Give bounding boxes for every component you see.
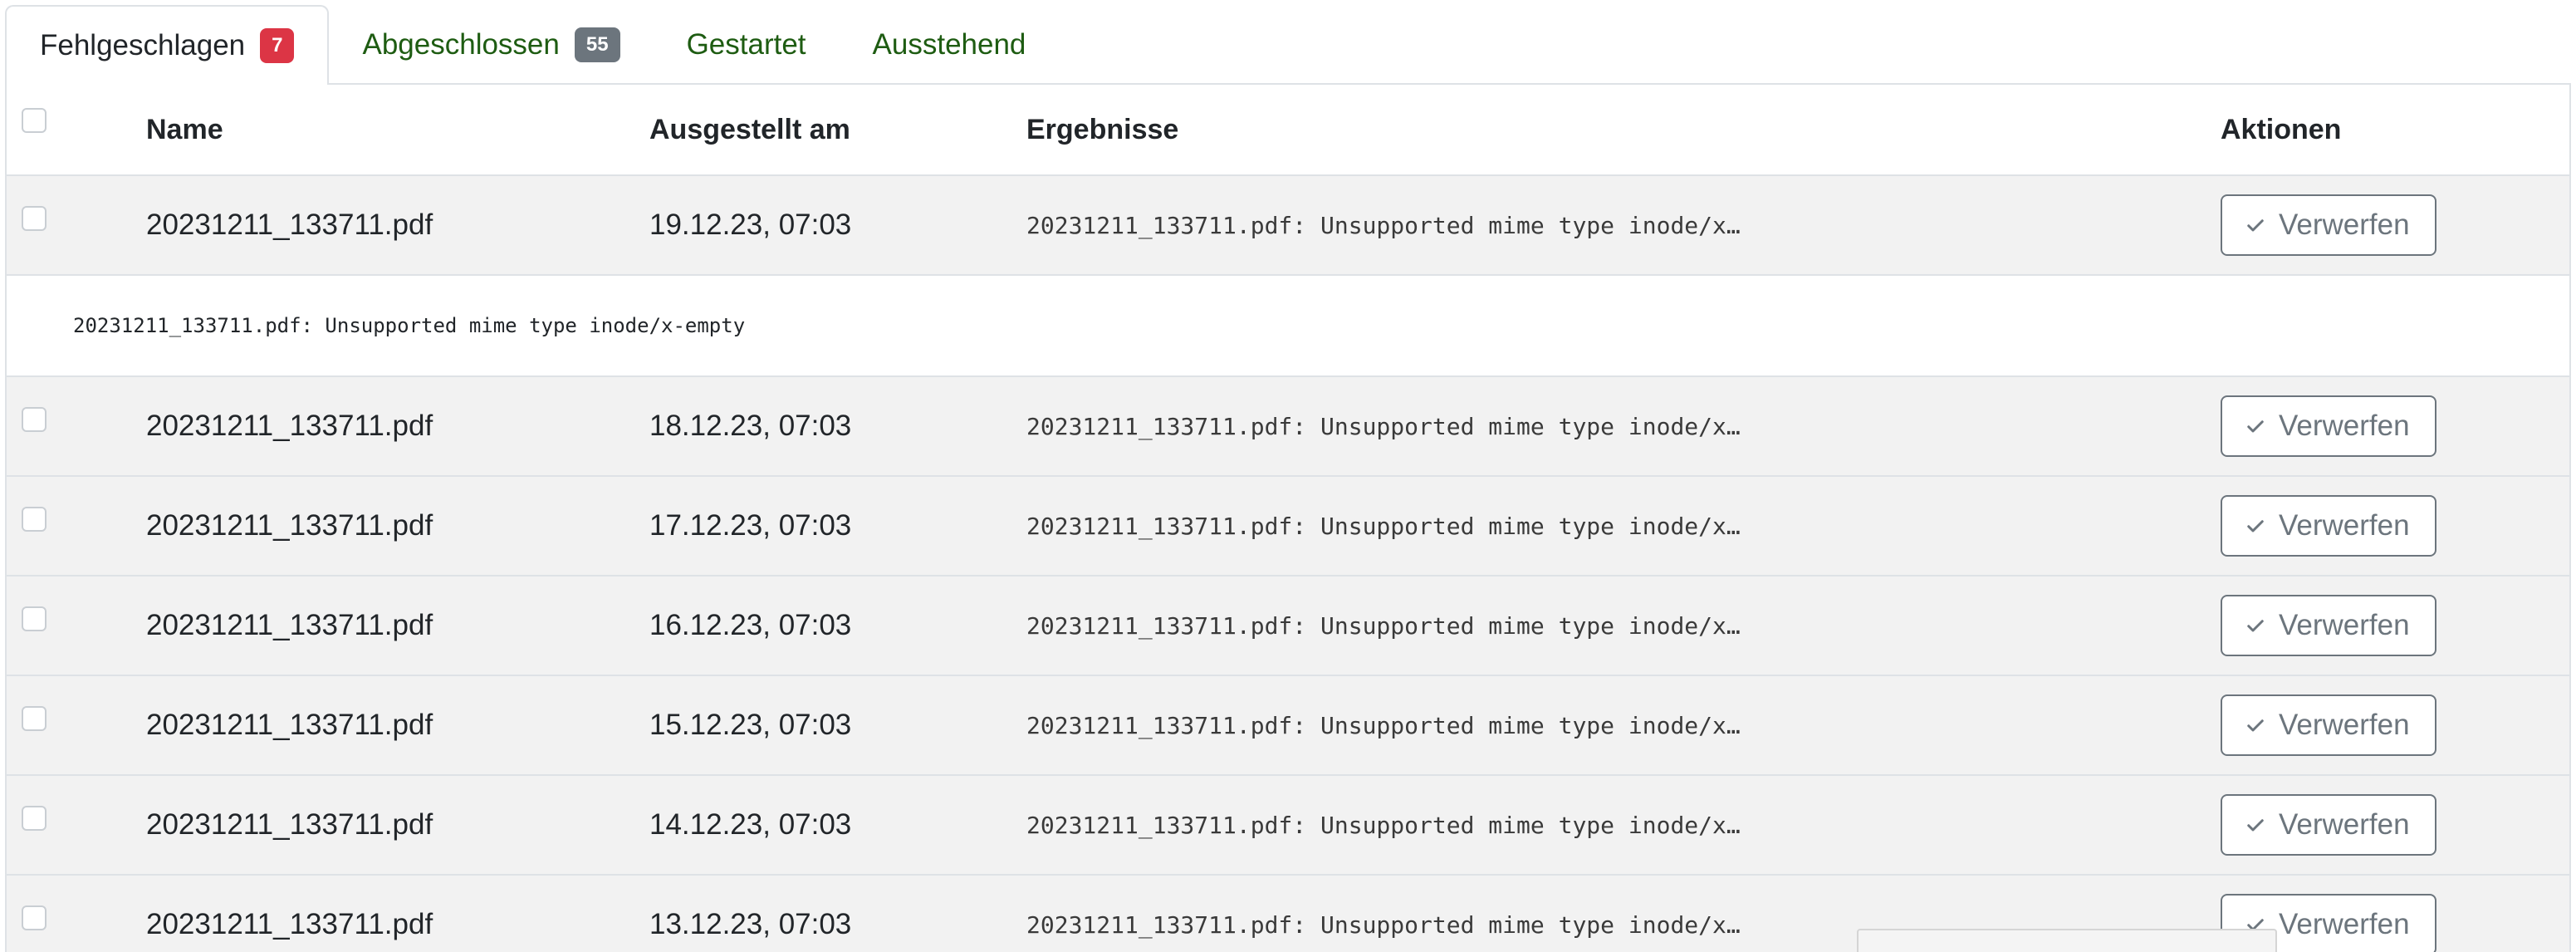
row-select-cell: [22, 176, 47, 274]
result-text[interactable]: 20231211_133711.pdf: Unsupported mime ty…: [1026, 176, 1741, 274]
issued-date: 15.12.23, 07:03: [649, 709, 852, 741]
check-icon: [2247, 520, 2264, 532]
dismiss-label: Verwerfen: [2279, 410, 2410, 442]
tab-failed[interactable]: Fehlgeschlagen 7: [5, 5, 330, 85]
issued-date: 17.12.23, 07:03: [649, 509, 852, 542]
select-all-cell: [22, 85, 47, 174]
dismiss-button[interactable]: Verwerfen: [2221, 595, 2436, 656]
table-header-row: Name Ausgestellt am Ergebnisse Aktionen: [7, 85, 2569, 176]
row-select-cell: [22, 377, 47, 475]
row-select-cell: [22, 577, 47, 675]
result-text[interactable]: 20231211_133711.pdf: Unsupported mime ty…: [1026, 577, 1741, 675]
action-cell: Verwerfen: [2221, 377, 2436, 475]
row-checkbox[interactable]: [22, 407, 47, 432]
tooltip-popover: [1857, 929, 2277, 952]
tab-label: Gestartet: [686, 28, 806, 61]
row-select-cell: [22, 876, 47, 952]
dismiss-label: Verwerfen: [2279, 709, 2410, 741]
row-select-cell: [22, 676, 47, 774]
action-cell: Verwerfen: [2221, 477, 2436, 575]
issued-date: 19.12.23, 07:03: [649, 209, 852, 241]
action-cell: Verwerfen: [2221, 176, 2436, 274]
result-text[interactable]: 20231211_133711.pdf: Unsupported mime ty…: [1026, 776, 1741, 874]
dismiss-label: Verwerfen: [2279, 609, 2410, 641]
issued-date: 16.12.23, 07:03: [649, 609, 852, 641]
tab-pending[interactable]: Ausstehend: [840, 7, 1060, 83]
dismiss-label: Verwerfen: [2279, 209, 2410, 241]
table-row[interactable]: 20231211_133711.pdf 19.12.23, 07:03 2023…: [7, 176, 2569, 276]
action-cell: Verwerfen: [2221, 776, 2436, 874]
count-badge: 55: [574, 27, 620, 62]
row-checkbox[interactable]: [22, 806, 47, 831]
tab-label: Ausstehend: [872, 28, 1026, 61]
check-icon: [2247, 420, 2264, 433]
table-row[interactable]: 20231211_133711.pdf 17.12.23, 07:03 2023…: [7, 477, 2569, 577]
row-checkbox[interactable]: [22, 606, 47, 631]
result-detail-text: 20231211_133711.pdf: Unsupported mime ty…: [73, 314, 746, 337]
row-select-cell: [22, 477, 47, 575]
row-checkbox[interactable]: [22, 706, 47, 731]
file-name: 20231211_133711.pdf: [146, 709, 433, 741]
issued-date: 13.12.23, 07:03: [649, 908, 852, 940]
column-header-actions: Aktionen: [2221, 113, 2342, 145]
status-tabs: Fehlgeschlagen 7 Abgeschlossen 55 Gestar…: [5, 5, 2571, 85]
tab-label: Abgeschlossen: [362, 28, 560, 61]
file-name: 20231211_133711.pdf: [146, 209, 433, 241]
row-checkbox[interactable]: [22, 507, 47, 532]
file-name: 20231211_133711.pdf: [146, 609, 433, 641]
issued-date: 14.12.23, 07:03: [649, 808, 852, 841]
tab-started[interactable]: Gestartet: [654, 7, 840, 83]
file-name: 20231211_133711.pdf: [146, 410, 433, 442]
tab-completed[interactable]: Abgeschlossen 55: [329, 7, 653, 83]
check-icon: [2247, 219, 2264, 232]
row-checkbox[interactable]: [22, 206, 47, 231]
table-row[interactable]: 20231211_133711.pdf 14.12.23, 07:03 2023…: [7, 776, 2569, 876]
dismiss-label: Verwerfen: [2279, 908, 2410, 940]
file-name: 20231211_133711.pdf: [146, 908, 433, 940]
dismiss-label: Verwerfen: [2279, 509, 2410, 542]
result-text[interactable]: 20231211_133711.pdf: Unsupported mime ty…: [1026, 477, 1741, 575]
column-header-issued[interactable]: Ausgestellt am: [649, 85, 850, 174]
dismiss-button[interactable]: Verwerfen: [2221, 395, 2436, 457]
count-badge: 7: [260, 28, 295, 63]
dismiss-button[interactable]: Verwerfen: [2221, 194, 2436, 256]
column-header-results: Ergebnisse: [1026, 113, 1179, 145]
select-all-checkbox[interactable]: [22, 108, 47, 133]
table-row[interactable]: 20231211_133711.pdf 18.12.23, 07:03 2023…: [7, 377, 2569, 477]
row-select-cell: [22, 776, 47, 874]
tab-label: Fehlgeschlagen: [40, 29, 246, 61]
tasks-page: Fehlgeschlagen 7 Abgeschlossen 55 Gestar…: [0, 0, 2576, 952]
dismiss-button[interactable]: Verwerfen: [2221, 495, 2436, 557]
dismiss-button[interactable]: Verwerfen: [2221, 794, 2436, 856]
expanded-detail-row: 20231211_133711.pdf: Unsupported mime ty…: [7, 276, 2569, 377]
column-header-name[interactable]: Name: [146, 85, 223, 174]
issued-date: 18.12.23, 07:03: [649, 410, 852, 442]
action-cell: Verwerfen: [2221, 577, 2436, 675]
row-checkbox[interactable]: [22, 905, 47, 930]
table-row[interactable]: 20231211_133711.pdf 16.12.23, 07:03 2023…: [7, 577, 2569, 676]
result-text[interactable]: 20231211_133711.pdf: Unsupported mime ty…: [1026, 876, 1741, 952]
result-text[interactable]: 20231211_133711.pdf: Unsupported mime ty…: [1026, 676, 1741, 774]
check-icon: [2247, 819, 2264, 832]
file-name: 20231211_133711.pdf: [146, 509, 433, 542]
check-icon: [2247, 719, 2264, 732]
file-name: 20231211_133711.pdf: [146, 808, 433, 841]
table-row[interactable]: 20231211_133711.pdf 15.12.23, 07:03 2023…: [7, 676, 2569, 776]
check-icon: [2247, 620, 2264, 632]
result-text[interactable]: 20231211_133711.pdf: Unsupported mime ty…: [1026, 377, 1741, 475]
dismiss-button[interactable]: Verwerfen: [2221, 694, 2436, 756]
dismiss-label: Verwerfen: [2279, 808, 2410, 841]
tasks-table: Name Ausgestellt am Ergebnisse Aktionen …: [5, 83, 2571, 952]
action-cell: Verwerfen: [2221, 676, 2436, 774]
